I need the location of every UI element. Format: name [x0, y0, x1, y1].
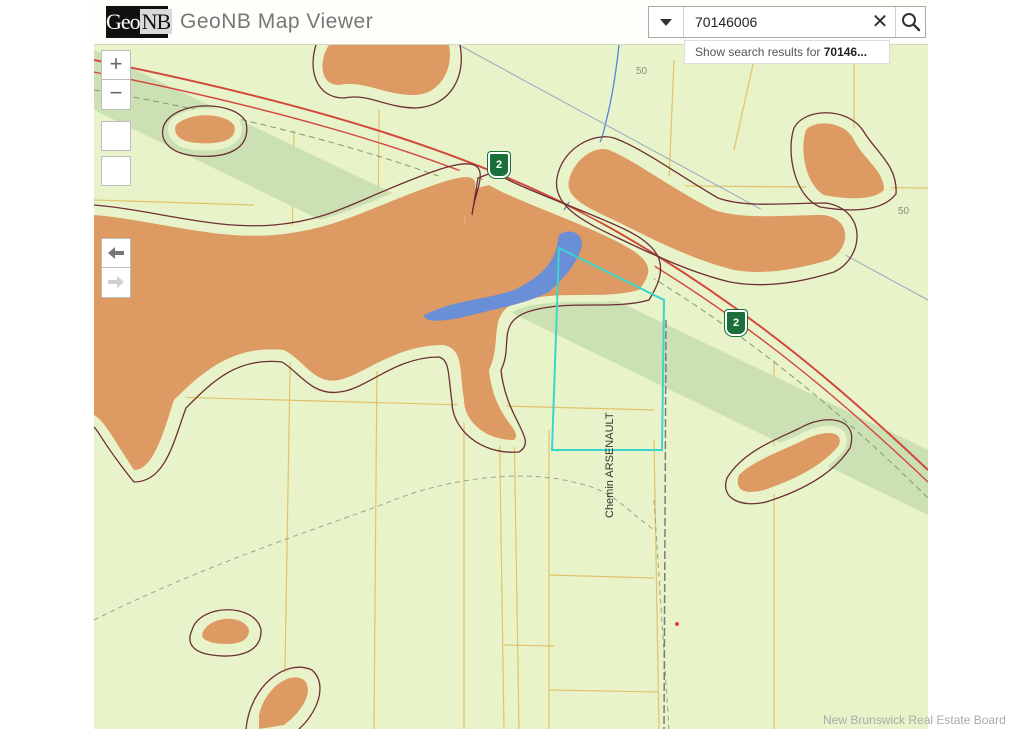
road-label: Chemin ARSENAULT	[604, 412, 616, 518]
location-marker	[675, 622, 679, 626]
zoom-out-button[interactable]: −	[101, 80, 131, 110]
watermark: New Brunswick Real Estate Board	[823, 713, 1006, 727]
suggestion-term: 70146...	[823, 45, 868, 59]
search-source-dropdown[interactable]	[649, 7, 684, 37]
geonb-logo[interactable]: GeoNB	[106, 6, 173, 38]
close-icon[interactable]: ✕	[869, 10, 891, 34]
search-bar: 70146006 ✕	[648, 6, 926, 38]
home-button[interactable]	[101, 121, 131, 151]
search-suggestion[interactable]: Show search results for 70146...	[684, 40, 890, 64]
arrow-left-icon	[108, 247, 124, 259]
suggestion-prefix: Show search results for	[695, 45, 824, 59]
highway-shield: 2	[488, 152, 510, 178]
contour-label: 50	[898, 206, 910, 217]
logo-nb: NB	[139, 9, 173, 34]
search-icon	[902, 13, 921, 32]
search-button[interactable]	[895, 7, 926, 37]
highway-shield: 2	[725, 310, 747, 336]
arrow-right-icon	[108, 276, 124, 288]
map-canvas[interactable]	[94, 0, 928, 729]
back-button[interactable]	[101, 238, 131, 268]
zoom-in-button[interactable]: +	[101, 50, 131, 80]
contour-label: 50	[636, 66, 648, 77]
search-input[interactable]: 70146006	[695, 14, 757, 30]
logo-text: Geo	[106, 9, 141, 34]
app-title: GeoNB Map Viewer	[180, 10, 374, 33]
forward-button[interactable]	[101, 268, 131, 298]
locate-button[interactable]	[101, 156, 131, 186]
map-layer	[94, 38, 928, 729]
